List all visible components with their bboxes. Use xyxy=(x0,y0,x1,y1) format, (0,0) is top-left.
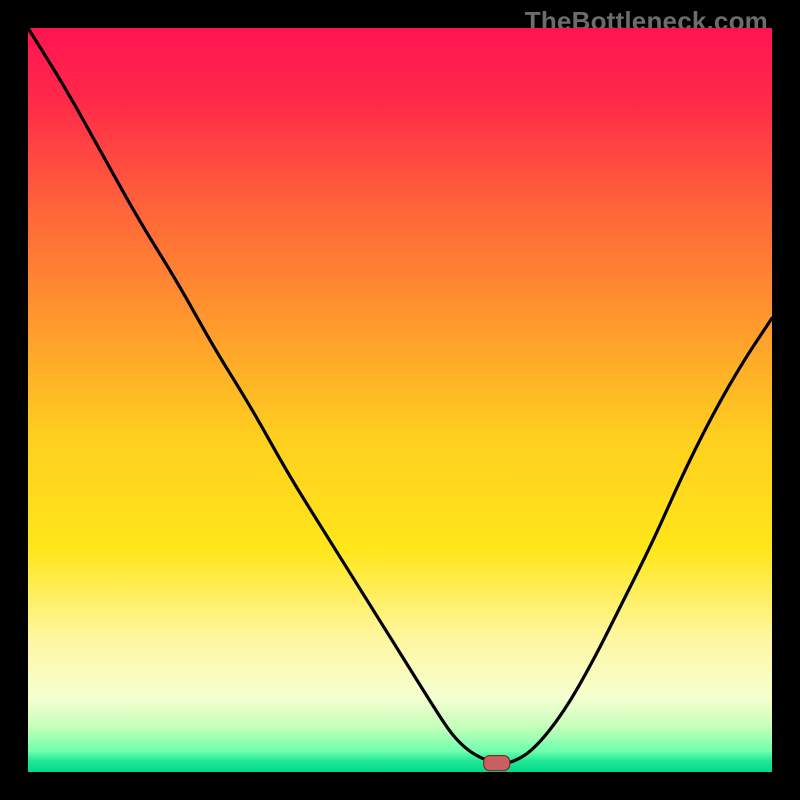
chart-frame: TheBottleneck.com xyxy=(0,0,800,800)
chart-background xyxy=(28,28,772,772)
chart-svg xyxy=(28,28,772,772)
plot-area xyxy=(28,28,772,772)
optimal-point-marker xyxy=(484,756,510,771)
